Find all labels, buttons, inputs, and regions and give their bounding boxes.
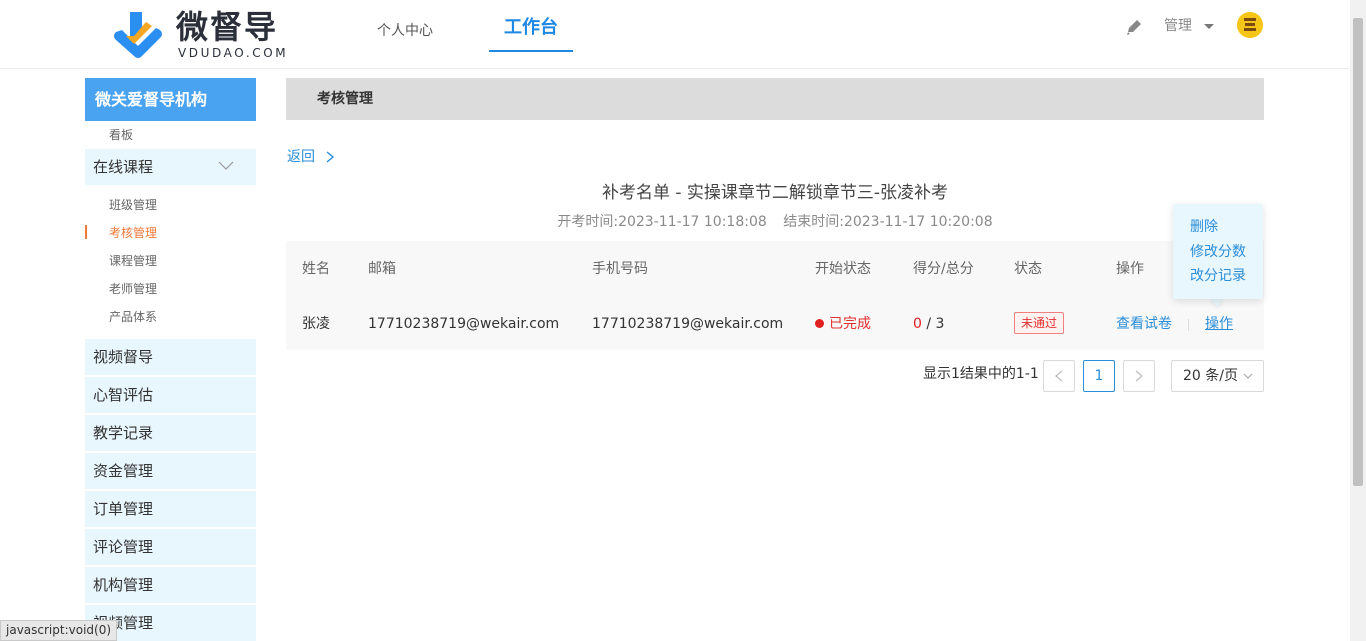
view-paper-link[interactable]: 查看试卷 <box>1116 314 1172 334</box>
sidebar-item-mind-assessment[interactable]: 心智评估 <box>85 377 256 413</box>
logo-text-en: VDUDAO.COM <box>178 46 289 60</box>
browser-status-tooltip: javascript:void(0) <box>0 620 118 641</box>
exam-start-time: 开考时间:2023-11-17 10:18:08 <box>557 214 767 230</box>
sidebar-group-online-course[interactable]: 在线课程 <box>85 149 256 185</box>
page-title: 补考名单 - 实操课章节二解锁章节三-张凌补考 <box>601 183 949 203</box>
cell-email: 17710238719@wekair.com <box>368 316 560 332</box>
score-total: / 3 <box>921 316 945 332</box>
cell-start-status: 已完成 <box>815 314 871 334</box>
column-header-name: 姓名 <box>302 261 330 277</box>
prev-page-button[interactable] <box>1043 360 1075 392</box>
column-header-start-status: 开始状态 <box>815 261 871 277</box>
page-number-button[interactable]: 1 <box>1083 360 1115 392</box>
column-header-phone: 手机号码 <box>592 261 648 277</box>
page-scrollbar[interactable] <box>1350 0 1366 641</box>
status-dot-icon <box>815 319 824 328</box>
status-badge: 未通过 <box>1014 312 1065 334</box>
chevron-right-icon[interactable] <box>326 151 334 163</box>
top-header: 微督导 VDUDAO.COM 个人中心 工作台 管理 <box>0 0 1350 69</box>
avatar[interactable] <box>1237 12 1263 38</box>
makeup-exam-table: 姓名 邮箱 手机号码 开始状态 得分/总分 状态 操作 张凌 177102387… <box>286 241 1264 350</box>
caret-down-icon[interactable] <box>1204 24 1214 29</box>
sidebar-item-org-manage[interactable]: 机构管理 <box>85 567 256 603</box>
sidebar-item-video-supervision[interactable]: 视频督导 <box>85 339 256 375</box>
next-page-button[interactable] <box>1123 360 1155 392</box>
sidebar-item-exam-manage[interactable]: 考核管理 <box>109 225 157 241</box>
column-header-status: 状态 <box>1014 261 1042 277</box>
logo-mark-icon <box>114 12 162 58</box>
sidebar-item-course-manage[interactable]: 课程管理 <box>109 253 157 269</box>
cell-score: 0 / 3 <box>913 314 944 334</box>
logo[interactable]: 微督导 VDUDAO.COM <box>112 8 292 62</box>
edit-pencil-icon[interactable] <box>1125 18 1143 36</box>
nav-workbench[interactable]: 工作台 <box>489 17 573 52</box>
page-size-select[interactable]: 20 条/页 <box>1171 360 1264 392</box>
active-indicator <box>85 225 87 239</box>
logo-text-cn: 微督导 <box>176 8 279 46</box>
sidebar-item-order-manage[interactable]: 订单管理 <box>85 491 256 527</box>
nav-personal-center[interactable]: 个人中心 <box>377 20 433 42</box>
sidebar-org-title[interactable]: 微关爱督导机构 <box>85 78 256 121</box>
manage-menu[interactable]: 管理 <box>1164 16 1192 36</box>
operation-link[interactable]: 操作 <box>1205 314 1233 334</box>
column-header-email: 邮箱 <box>368 261 396 277</box>
sidebar-item-funds-manage[interactable]: 资金管理 <box>85 453 256 489</box>
sidebar-item-comment-manage[interactable]: 评论管理 <box>85 529 256 565</box>
page-size-value: 20 条/页 <box>1183 368 1238 384</box>
chevron-down-icon <box>1243 373 1253 379</box>
sidebar-item-teaching-records[interactable]: 教学记录 <box>85 415 256 451</box>
action-divider <box>1188 319 1189 331</box>
pagination-info: 显示1结果中的1-1 <box>923 366 1039 382</box>
exam-end-time: 结束时间:2023-11-17 10:20:08 <box>783 214 993 230</box>
edit-score-menu-item[interactable]: 修改分数 <box>1190 242 1246 262</box>
sidebar-item-product-system[interactable]: 产品体系 <box>109 309 157 325</box>
sidebar-item-class-manage[interactable]: 班级管理 <box>109 197 157 213</box>
chevron-down-icon <box>218 161 234 170</box>
column-header-actions: 操作 <box>1116 261 1144 277</box>
column-header-score: 得分/总分 <box>913 261 974 277</box>
chevron-right-icon <box>1135 370 1143 382</box>
chevron-left-icon <box>1055 370 1063 382</box>
delete-menu-item[interactable]: 删除 <box>1190 217 1218 237</box>
operation-popover: 删除 修改分数 改分记录 <box>1173 204 1263 299</box>
sidebar-item-board[interactable]: 看板 <box>109 127 133 143</box>
cell-name: 张凌 <box>302 316 330 332</box>
score-history-menu-item[interactable]: 改分记录 <box>1190 266 1246 286</box>
start-status-text: 已完成 <box>829 316 871 332</box>
cell-phone: 17710238719@wekair.com <box>592 316 784 332</box>
avatar-image-icon <box>1237 12 1263 38</box>
exam-time-range: 开考时间:2023-11-17 10:18:08 结束时间:2023-11-17… <box>286 212 1264 232</box>
sidebar-group-label: 在线课程 <box>93 158 154 176</box>
back-link[interactable]: 返回 <box>287 147 315 167</box>
sidebar-item-teacher-manage[interactable]: 老师管理 <box>109 281 157 297</box>
breadcrumb: 考核管理 <box>286 78 1264 120</box>
scrollbar-thumb[interactable] <box>1353 18 1363 486</box>
score-value: 0 <box>913 316 922 332</box>
